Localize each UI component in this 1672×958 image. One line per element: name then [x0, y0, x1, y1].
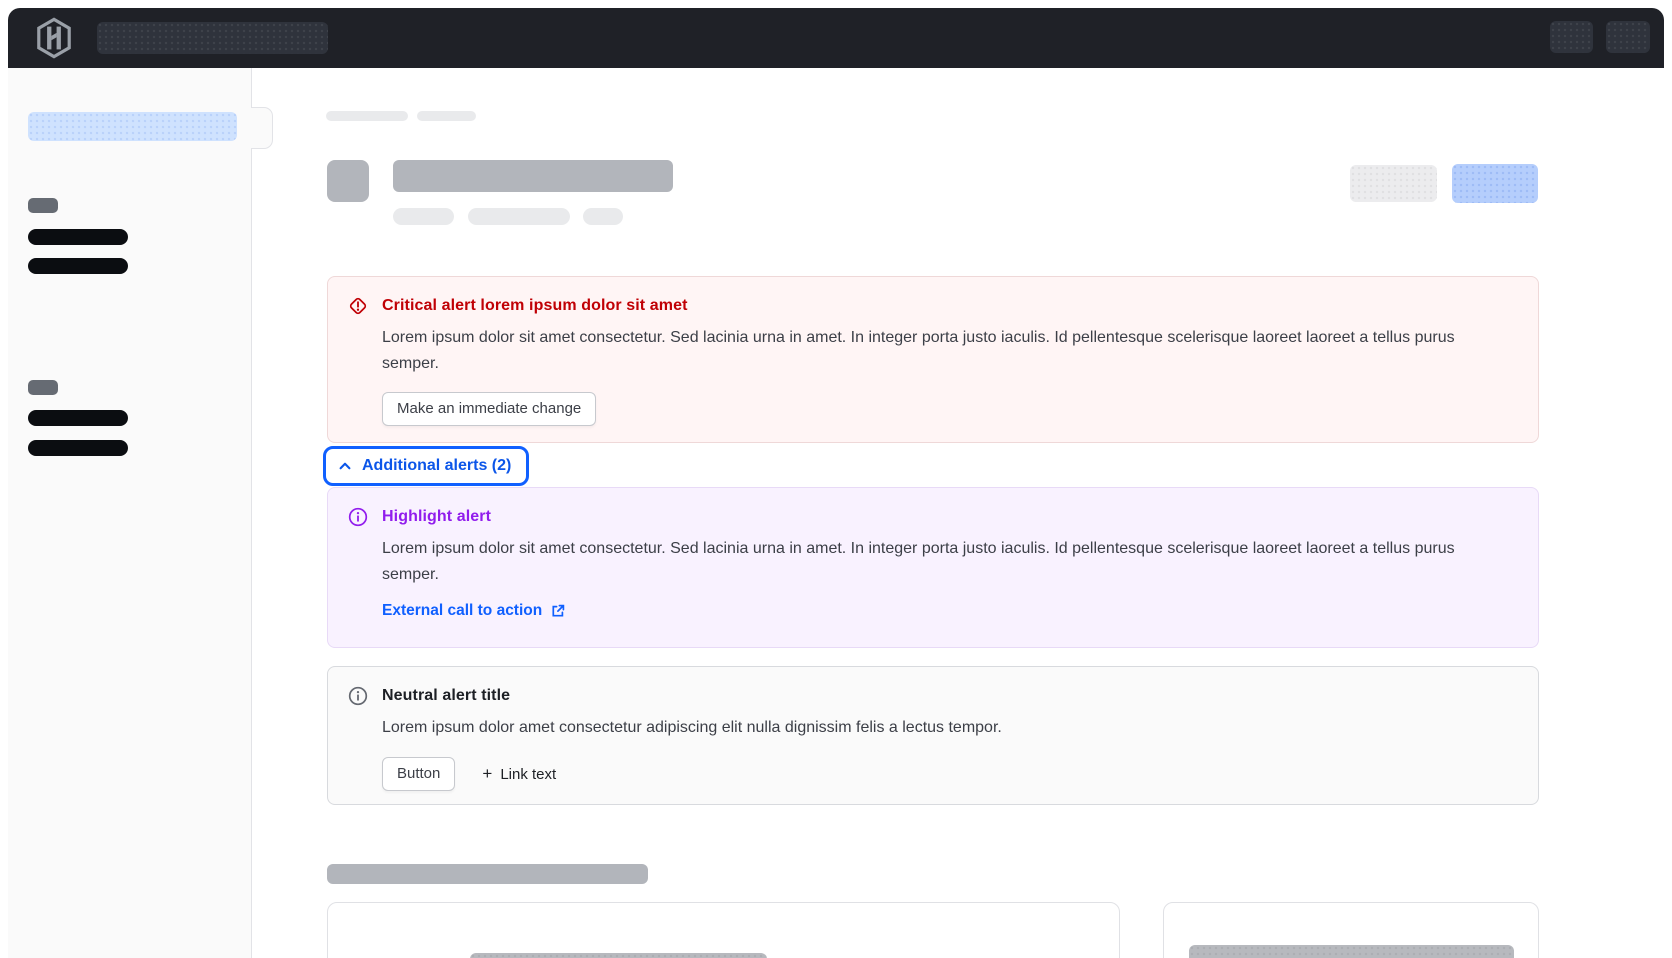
top-nav — [8, 8, 1664, 68]
chevron-up-icon — [337, 458, 353, 474]
content-card — [1163, 902, 1539, 958]
nav-action-placeholder-2[interactable] — [1606, 21, 1650, 53]
plus-icon: + — [482, 764, 492, 784]
external-link-icon — [550, 603, 566, 619]
sidebar-nav-item-placeholder[interactable] — [28, 229, 128, 245]
neutral-alert-title: Neutral alert title — [382, 685, 1002, 706]
sidebar — [8, 68, 252, 958]
info-circle-icon — [348, 686, 368, 706]
additional-alerts-toggle-label: Additional alerts (2) — [362, 457, 511, 475]
critical-alert-action-button[interactable]: Make an immediate change — [382, 392, 596, 426]
external-call-to-action-link[interactable]: External call to action — [382, 602, 566, 620]
sidebar-section-label-placeholder — [28, 198, 58, 213]
section-title-placeholder — [327, 864, 648, 884]
sidebar-nav-item-placeholder[interactable] — [28, 410, 128, 426]
breadcrumb-item-placeholder[interactable] — [417, 111, 476, 121]
page-title-placeholder — [393, 160, 673, 192]
alert-diamond-icon — [348, 296, 368, 316]
primary-action-placeholder[interactable] — [1452, 164, 1538, 203]
neutral-alert: Neutral alert title Lorem ipsum dolor am… — [327, 666, 1539, 805]
sidebar-section-label-placeholder — [28, 380, 58, 395]
critical-alert-body: Lorem ipsum dolor sit amet consectetur. … — [382, 325, 1504, 377]
highlight-alert-body: Lorem ipsum dolor sit amet consectetur. … — [382, 536, 1504, 588]
sidebar-nav-item-placeholder[interactable] — [28, 258, 128, 274]
content-card — [327, 902, 1120, 958]
sidebar-active-item-placeholder[interactable] — [28, 112, 237, 141]
card-content-placeholder — [1189, 945, 1514, 958]
nav-search-placeholder[interactable] — [97, 22, 328, 54]
sidebar-flyout-handle[interactable] — [251, 107, 273, 149]
nav-action-placeholder-1[interactable] — [1550, 21, 1593, 53]
page-meta-placeholder — [468, 208, 570, 225]
breadcrumb-item-placeholder[interactable] — [326, 111, 408, 121]
neutral-alert-body: Lorem ipsum dolor amet consectetur adipi… — [382, 715, 1002, 741]
neutral-link-label: Link text — [500, 766, 556, 783]
sidebar-nav-item-placeholder[interactable] — [28, 440, 128, 456]
page-icon-placeholder — [327, 160, 369, 202]
page-meta-placeholder — [393, 208, 454, 225]
highlight-alert: Highlight alert Lorem ipsum dolor sit am… — [327, 487, 1539, 648]
highlight-alert-title: Highlight alert — [382, 506, 1504, 527]
neutral-alert-link[interactable]: + Link text — [482, 764, 556, 784]
card-content-placeholder — [470, 953, 767, 958]
page-meta-placeholder — [583, 208, 623, 225]
critical-alert-title: Critical alert lorem ipsum dolor sit ame… — [382, 295, 1504, 316]
info-circle-icon — [348, 507, 368, 527]
critical-alert: Critical alert lorem ipsum dolor sit ame… — [327, 276, 1539, 443]
secondary-action-placeholder[interactable] — [1350, 165, 1437, 202]
neutral-alert-button[interactable]: Button — [382, 757, 455, 791]
main-content: Critical alert lorem ipsum dolor sit ame… — [252, 68, 1672, 958]
additional-alerts-toggle[interactable]: Additional alerts (2) — [323, 446, 529, 486]
app-window: Critical alert lorem ipsum dolor sit ame… — [0, 0, 1672, 958]
external-link-label: External call to action — [382, 602, 542, 620]
hashicorp-logo-icon — [34, 17, 74, 64]
